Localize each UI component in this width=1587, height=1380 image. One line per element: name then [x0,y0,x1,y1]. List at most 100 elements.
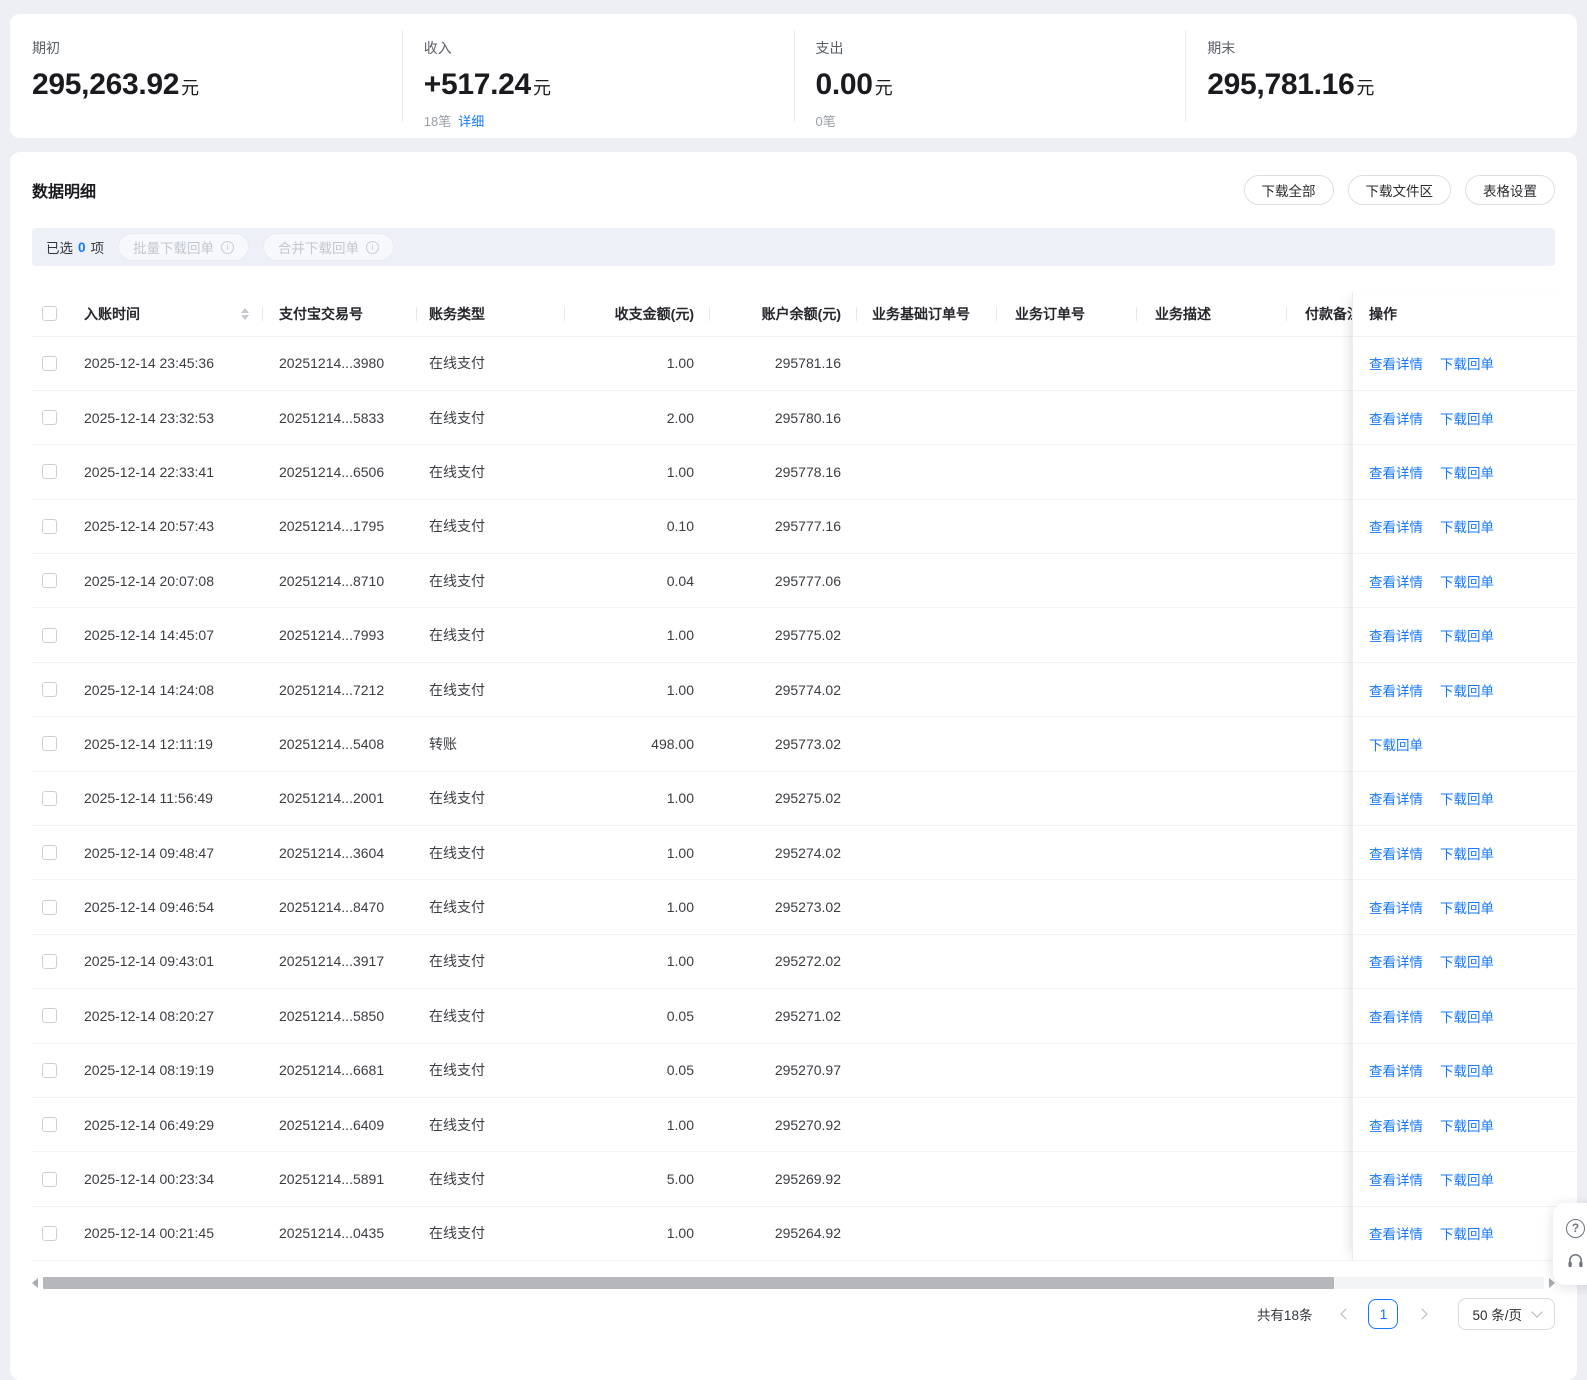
download-receipt-link[interactable]: 下载回单 [1369,734,1423,754]
scrollbar-track[interactable] [43,1277,1544,1289]
download-receipt-link[interactable]: 下载回单 [1440,625,1494,645]
view-detail-link[interactable]: 查看详情 [1369,843,1423,863]
row-checkbox[interactable] [42,682,57,698]
download-receipt-link[interactable]: 下载回单 [1440,788,1494,808]
download-receipt-link[interactable]: 下载回单 [1440,1169,1494,1189]
actions-row: 查看详情 下载回单 [1353,826,1577,881]
view-detail-link[interactable]: 查看详情 [1369,788,1423,808]
row-checkbox[interactable] [42,410,57,426]
row-checkbox[interactable] [42,1117,57,1133]
select-all-checkbox[interactable] [42,306,57,322]
download-receipt-link[interactable]: 下载回单 [1440,462,1494,482]
cell-biz-order [997,554,1137,607]
cell-transaction-id: 20251214...0435 [279,1225,385,1242]
row-checkbox-cell [32,826,80,879]
view-detail-link[interactable]: 查看详情 [1369,680,1423,700]
cell-amount: 1.00 [666,1225,694,1242]
row-checkbox[interactable] [42,1171,57,1187]
view-detail-link[interactable]: 查看详情 [1369,897,1423,917]
row-checkbox-cell [32,500,80,553]
currency-unit: 元 [1356,78,1375,98]
cell-biz-order [997,880,1137,933]
download-receipt-link[interactable]: 下载回单 [1440,1115,1494,1135]
cell-biz-base-order [857,935,997,988]
scrollbar-thumb[interactable] [43,1277,1334,1289]
view-detail-link[interactable]: 查看详情 [1369,353,1423,373]
prev-page-icon[interactable] [1340,1308,1353,1320]
download-receipt-link[interactable]: 下载回单 [1440,353,1494,373]
cell-transaction-id: 20251214...5408 [279,735,385,752]
scroll-left-icon[interactable] [32,1278,38,1288]
download-receipt-link[interactable]: 下载回单 [1440,1006,1494,1026]
view-detail-link[interactable]: 查看详情 [1369,951,1423,971]
download-receipt-link[interactable]: 下载回单 [1440,516,1494,536]
table-settings-button[interactable]: 表格设置 [1465,175,1555,205]
row-checkbox[interactable] [42,845,57,861]
info-icon: i [366,240,380,254]
download-receipt-link[interactable]: 下载回单 [1440,843,1494,863]
view-detail-link[interactable]: 查看详情 [1369,1060,1423,1080]
row-checkbox[interactable] [42,1225,57,1241]
cell-amount: 1.00 [666,790,694,807]
summary-value: 295,781.16 元 [1207,68,1375,101]
row-checkbox[interactable] [42,627,57,643]
sort-icon[interactable] [241,307,249,320]
headset-icon[interactable] [1566,1251,1585,1270]
actions-row: 查看详情 下载回单 [1353,554,1577,609]
cell-biz-order [997,1152,1137,1205]
view-detail-link[interactable]: 查看详情 [1369,408,1423,428]
view-detail-link[interactable]: 查看详情 [1369,1115,1423,1135]
cell-biz-base-order [857,772,997,825]
download-filezone-button[interactable]: 下载文件区 [1347,175,1451,205]
view-detail-link[interactable]: 查看详情 [1369,1006,1423,1026]
row-checkbox[interactable] [42,464,57,480]
row-checkbox[interactable] [42,518,57,534]
view-detail-link[interactable]: 查看详情 [1369,462,1423,482]
page-number-button[interactable]: 1 [1368,1299,1399,1329]
download-receipt-link[interactable]: 下载回单 [1440,897,1494,917]
table-row: 2025-12-14 12:11:19 20251214...5408 转账 498.… [32,717,1352,772]
cell-transaction-id: 20251214...6681 [279,1062,385,1079]
help-icon[interactable]: ? [1566,1218,1585,1238]
view-detail-link[interactable]: 查看详情 [1369,625,1423,645]
cell-biz-base-order [857,391,997,444]
batch-download-button[interactable]: 批量下载回单 i [118,233,250,261]
income-detail-link[interactable]: 详细 [458,114,484,129]
row-checkbox[interactable] [42,953,57,969]
cell-entry-time: 2025-12-14 08:19:19 [84,1062,214,1079]
summary-label: 支出 [815,40,844,56]
row-checkbox-cell [32,935,80,988]
table-row: 2025-12-14 00:21:45 20251214...0435 在线支付 1.… [32,1207,1352,1262]
download-receipt-link[interactable]: 下载回单 [1440,1060,1494,1080]
cell-balance: 295778.16 [774,463,841,480]
row-checkbox[interactable] [42,790,57,806]
cell-biz-desc [1137,391,1287,444]
download-receipt-link[interactable]: 下载回单 [1440,680,1494,700]
row-checkbox[interactable] [42,1008,57,1024]
cell-amount: 5.00 [666,1171,694,1188]
view-detail-link[interactable]: 查看详情 [1369,1223,1423,1243]
view-detail-link[interactable]: 查看详情 [1369,516,1423,536]
view-detail-link[interactable]: 查看详情 [1369,571,1423,591]
download-receipt-link[interactable]: 下载回单 [1440,571,1494,591]
table-row: 2025-12-14 20:07:08 20251214...8710 在线支付 0.… [32,554,1352,609]
download-receipt-link[interactable]: 下载回单 [1440,408,1494,428]
row-checkbox[interactable] [42,1062,57,1078]
download-receipt-link[interactable]: 下载回单 [1440,951,1494,971]
view-detail-link[interactable]: 查看详情 [1369,1169,1423,1189]
next-page-icon[interactable] [1416,1308,1429,1320]
page-size-select[interactable]: 50 条/页 [1458,1298,1555,1330]
download-all-button[interactable]: 下载全部 [1243,175,1334,205]
help-float-widget: ? [1553,1203,1587,1285]
row-checkbox[interactable] [42,736,57,752]
download-receipt-link[interactable]: 下载回单 [1440,1223,1494,1243]
selection-bar: 已选 0 项 批量下载回单 i 合并下载回单 i [32,228,1555,266]
cell-pay-note [1287,608,1352,661]
cell-amount: 1.00 [666,953,694,970]
row-checkbox[interactable] [42,899,57,915]
summary-closing: 期末 295,781.16 元 [1185,14,1577,138]
cell-biz-order [997,935,1137,988]
merge-download-button[interactable]: 合并下载回单 i [263,233,395,261]
row-checkbox[interactable] [42,573,57,589]
row-checkbox[interactable] [42,355,57,371]
